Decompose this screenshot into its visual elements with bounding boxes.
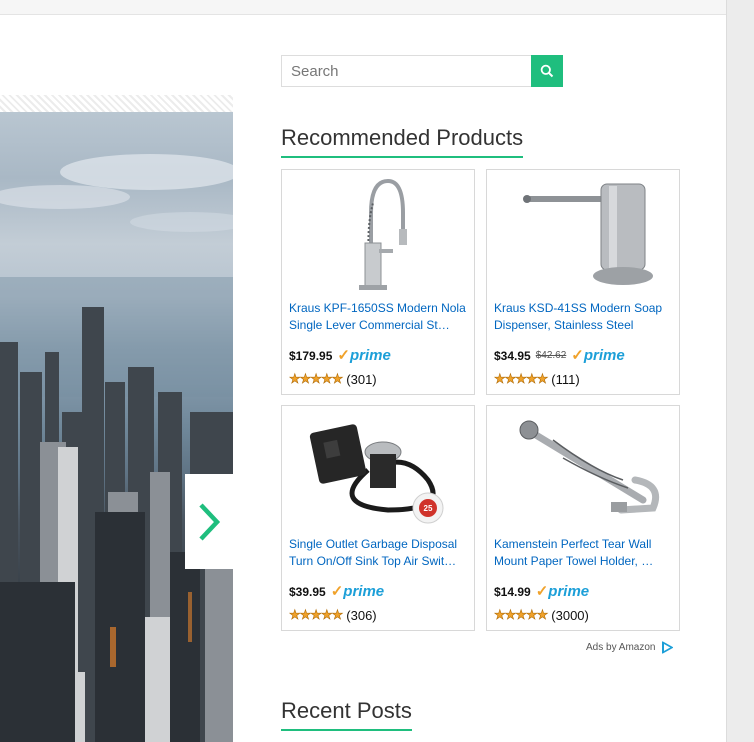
page-gutter (726, 0, 754, 742)
product-price-row: $179.95 ✓ prime (289, 347, 391, 364)
prime-badge: ✓ prime (331, 583, 384, 600)
product-rating: ★★★★★ (3000) (494, 607, 589, 623)
rating-stars-icon: ★★★★★ (289, 371, 344, 387)
search-icon (540, 64, 554, 78)
recent-posts-heading: Recent Posts (281, 698, 412, 731)
review-count[interactable]: (306) (346, 608, 376, 623)
ads-by-amazon[interactable]: Ads by Amazon (586, 641, 674, 654)
prime-check-icon: ✓ (571, 347, 584, 364)
product-card[interactable]: 25 Single Outlet Garbage Disposal Turn O… (281, 405, 475, 631)
product-price: $39.95 (289, 584, 326, 599)
towel-holder-icon (519, 420, 660, 514)
image-slider (0, 95, 233, 742)
prime-label: prime (343, 583, 385, 600)
product-price-row: $39.95 ✓ prime (289, 583, 384, 600)
product-title[interactable]: Kraus KSD-41SS Modern Soap Dispenser, St… (494, 300, 674, 334)
slide-image-chicago-skyline (0, 112, 233, 742)
product-title[interactable]: Kamenstein Perfect Tear Wall Mount Paper… (494, 536, 674, 570)
recommended-products-heading: Recommended Products (281, 125, 524, 158)
heading-underline (281, 156, 524, 158)
recommended-products-title: Recommended Products (281, 125, 524, 150)
product-image-towel-holder[interactable] (487, 406, 679, 530)
air-switch-icon: 25 (309, 424, 444, 524)
rating-stars-icon: ★★★★★ (494, 371, 549, 387)
product-card[interactable]: Kraus KSD-41SS Modern Soap Dispenser, St… (486, 169, 680, 395)
prime-badge: ✓ prime (536, 583, 589, 600)
product-image-faucet[interactable] (282, 170, 474, 294)
review-count[interactable]: (111) (551, 372, 579, 387)
prime-label: prime (583, 347, 625, 364)
svg-text:25: 25 (424, 504, 433, 513)
product-price: $179.95 (289, 348, 333, 363)
rating-stars-icon: ★★★★★ (494, 607, 549, 623)
prime-label: prime (349, 347, 391, 364)
product-old-price: $42.62 (535, 350, 567, 361)
prime-badge: ✓ prime (337, 347, 390, 364)
product-price-row: $14.99 ✓ prime (494, 583, 589, 600)
product-title[interactable]: Single Outlet Garbage Disposal Turn On/O… (289, 536, 469, 570)
product-card[interactable]: Kamenstein Perfect Tear Wall Mount Paper… (486, 405, 680, 631)
chevron-right-icon (199, 502, 221, 541)
ads-label: Ads by Amazon (586, 642, 656, 653)
prime-check-icon: ✓ (337, 347, 350, 364)
top-bar (0, 0, 726, 15)
search-form (281, 55, 563, 87)
prime-check-icon: ✓ (330, 583, 344, 600)
review-count[interactable]: (3000) (551, 608, 589, 623)
product-rating: ★★★★★ (306) (289, 607, 377, 623)
prime-check-icon: ✓ (535, 583, 549, 600)
rating-stars-icon: ★★★★★ (289, 607, 344, 623)
product-rating: ★★★★★ (111) (494, 371, 580, 387)
recent-posts-title: Recent Posts (281, 698, 412, 723)
soap-dispenser-icon (523, 183, 653, 285)
product-card[interactable]: Kraus KPF-1650SS Modern Nola Single Leve… (281, 169, 475, 395)
prime-badge: ✓ prime (571, 347, 624, 364)
slider-next-button[interactable] (185, 474, 233, 569)
heading-underline (281, 729, 412, 731)
product-rating: ★★★★★ (301) (289, 371, 377, 387)
prime-label: prime (548, 583, 590, 600)
product-title[interactable]: Kraus KPF-1650SS Modern Nola Single Leve… (289, 300, 469, 334)
product-price: $34.95 (494, 348, 531, 363)
search-button[interactable] (531, 55, 563, 87)
review-count[interactable]: (301) (346, 372, 376, 387)
faucet-icon (359, 178, 407, 290)
product-image-soap-dispenser[interactable] (487, 170, 679, 294)
product-image-air-switch[interactable]: 25 (282, 406, 474, 530)
product-price-row: $34.95 $42.62 ✓ prime (494, 347, 625, 364)
product-price: $14.99 (494, 584, 531, 599)
search-input[interactable] (281, 55, 531, 87)
adchoices-icon (662, 641, 674, 654)
